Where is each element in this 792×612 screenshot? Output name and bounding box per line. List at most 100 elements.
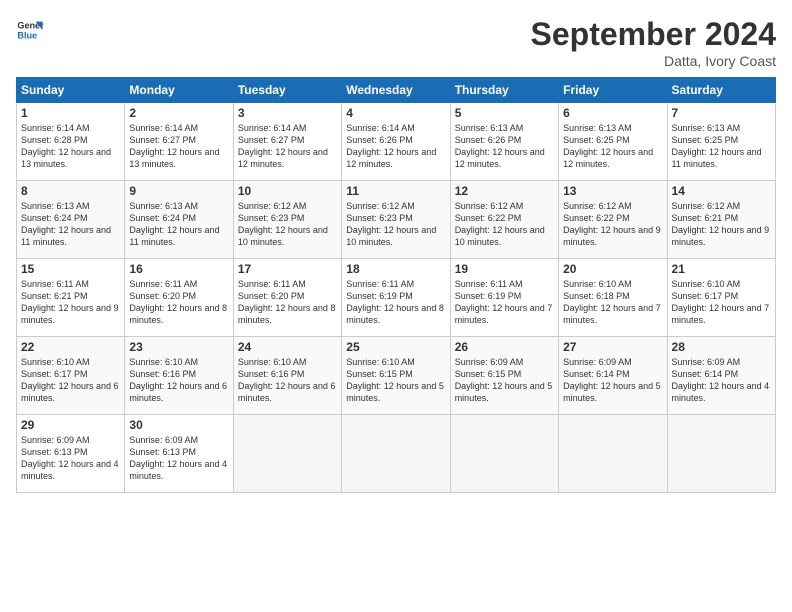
header: General Blue September 2024 Datta, Ivory… (16, 16, 776, 69)
calendar-cell: 2 Sunrise: 6:14 AMSunset: 6:27 PMDaylight… (125, 103, 233, 181)
title-area: September 2024 Datta, Ivory Coast (531, 16, 776, 69)
calendar-cell: 16 Sunrise: 6:11 AMSunset: 6:20 PMDayligh… (125, 259, 233, 337)
day-info: Sunrise: 6:13 AMSunset: 6:25 PMDaylight:… (563, 122, 662, 171)
calendar-cell: 30 Sunrise: 6:09 AMSunset: 6:13 PMDayligh… (125, 415, 233, 493)
calendar-cell: 14 Sunrise: 6:12 AMSunset: 6:21 PMDayligh… (667, 181, 775, 259)
calendar-week-2: 8Sunrise: 6:13 AMSunset: 6:24 PMDaylight… (17, 181, 776, 259)
day-number: 1 (21, 106, 120, 120)
calendar-cell: 3 Sunrise: 6:14 AMSunset: 6:27 PMDaylight… (233, 103, 341, 181)
calendar-cell: 15 Sunrise: 6:11 AMSunset: 6:21 PMDayligh… (17, 259, 125, 337)
day-info: Sunrise: 6:09 AMSunset: 6:14 PMDaylight:… (672, 356, 771, 405)
day-info: Sunrise: 6:09 AMSunset: 6:13 PMDaylight:… (129, 434, 228, 483)
day-number: 25 (346, 340, 445, 354)
calendar-cell: 19Sunrise: 6:11 AMSunset: 6:19 PMDayligh… (450, 259, 558, 337)
calendar-cell (450, 415, 558, 493)
day-info: Sunrise: 6:11 AMSunset: 6:19 PMDaylight:… (346, 278, 445, 327)
day-number: 26 (455, 340, 554, 354)
calendar-cell (667, 415, 775, 493)
day-number: 16 (129, 262, 228, 276)
col-header-wednesday: Wednesday (342, 78, 450, 103)
logo: General Blue (16, 16, 44, 44)
calendar-cell: 24 Sunrise: 6:10 AMSunset: 6:16 PMDayligh… (233, 337, 341, 415)
calendar-cell (233, 415, 341, 493)
col-header-saturday: Saturday (667, 78, 775, 103)
day-number: 22 (21, 340, 120, 354)
day-number: 24 (238, 340, 337, 354)
day-info: Sunrise: 6:10 AMSunset: 6:16 PMDaylight:… (238, 356, 337, 405)
calendar-cell: 22Sunrise: 6:10 AMSunset: 6:17 PMDayligh… (17, 337, 125, 415)
calendar-week-3: 15 Sunrise: 6:11 AMSunset: 6:21 PMDayligh… (17, 259, 776, 337)
calendar-cell: 1 Sunrise: 6:14 AMSunset: 6:28 PMDaylight… (17, 103, 125, 181)
calendar-cell: 11Sunrise: 6:12 AMSunset: 6:23 PMDayligh… (342, 181, 450, 259)
day-info: Sunrise: 6:14 AMSunset: 6:26 PMDaylight:… (346, 122, 445, 171)
calendar-cell: 6 Sunrise: 6:13 AMSunset: 6:25 PMDaylight… (559, 103, 667, 181)
day-number: 30 (129, 418, 228, 432)
calendar-cell (342, 415, 450, 493)
day-info: Sunrise: 6:11 AMSunset: 6:21 PMDaylight:… (21, 278, 120, 327)
calendar-cell: 5Sunrise: 6:13 AMSunset: 6:26 PMDaylight… (450, 103, 558, 181)
month-title: September 2024 (531, 16, 776, 53)
day-info: Sunrise: 6:11 AMSunset: 6:20 PMDaylight:… (129, 278, 228, 327)
day-number: 15 (21, 262, 120, 276)
day-info: Sunrise: 6:12 AMSunset: 6:23 PMDaylight:… (238, 200, 337, 249)
calendar-week-5: 29 Sunrise: 6:09 AMSunset: 6:13 PMDayligh… (17, 415, 776, 493)
calendar-cell: 4 Sunrise: 6:14 AMSunset: 6:26 PMDaylight… (342, 103, 450, 181)
calendar-cell: 17Sunrise: 6:11 AMSunset: 6:20 PMDayligh… (233, 259, 341, 337)
day-number: 2 (129, 106, 228, 120)
day-info: Sunrise: 6:09 AMSunset: 6:14 PMDaylight:… (563, 356, 662, 405)
day-number: 4 (346, 106, 445, 120)
day-info: Sunrise: 6:10 AMSunset: 6:16 PMDaylight:… (129, 356, 228, 405)
calendar-week-4: 22Sunrise: 6:10 AMSunset: 6:17 PMDayligh… (17, 337, 776, 415)
day-info: Sunrise: 6:14 AMSunset: 6:27 PMDaylight:… (129, 122, 228, 171)
day-number: 5 (455, 106, 554, 120)
day-number: 28 (672, 340, 771, 354)
day-info: Sunrise: 6:10 AMSunset: 6:18 PMDaylight:… (563, 278, 662, 327)
day-number: 9 (129, 184, 228, 198)
day-number: 10 (238, 184, 337, 198)
calendar-cell: 26Sunrise: 6:09 AMSunset: 6:15 PMDayligh… (450, 337, 558, 415)
day-info: Sunrise: 6:12 AMSunset: 6:21 PMDaylight:… (672, 200, 771, 249)
calendar-cell: 10 Sunrise: 6:12 AMSunset: 6:23 PMDayligh… (233, 181, 341, 259)
svg-text:Blue: Blue (17, 30, 37, 40)
day-info: Sunrise: 6:10 AMSunset: 6:17 PMDaylight:… (672, 278, 771, 327)
col-header-sunday: Sunday (17, 78, 125, 103)
day-info: Sunrise: 6:14 AMSunset: 6:28 PMDaylight:… (21, 122, 120, 171)
col-header-thursday: Thursday (450, 78, 558, 103)
calendar-cell: 29 Sunrise: 6:09 AMSunset: 6:13 PMDayligh… (17, 415, 125, 493)
calendar-cell: 20 Sunrise: 6:10 AMSunset: 6:18 PMDayligh… (559, 259, 667, 337)
col-header-monday: Monday (125, 78, 233, 103)
calendar-week-1: 1 Sunrise: 6:14 AMSunset: 6:28 PMDaylight… (17, 103, 776, 181)
day-info: Sunrise: 6:14 AMSunset: 6:27 PMDaylight:… (238, 122, 337, 171)
day-info: Sunrise: 6:11 AMSunset: 6:19 PMDaylight:… (455, 278, 554, 327)
day-number: 20 (563, 262, 662, 276)
day-info: Sunrise: 6:13 AMSunset: 6:25 PMDaylight:… (672, 122, 771, 171)
calendar-cell: 25 Sunrise: 6:10 AMSunset: 6:15 PMDayligh… (342, 337, 450, 415)
calendar-table: SundayMondayTuesdayWednesdayThursdayFrid… (16, 77, 776, 493)
day-number: 3 (238, 106, 337, 120)
day-number: 12 (455, 184, 554, 198)
calendar-cell: 21 Sunrise: 6:10 AMSunset: 6:17 PMDayligh… (667, 259, 775, 337)
day-number: 14 (672, 184, 771, 198)
day-info: Sunrise: 6:12 AMSunset: 6:22 PMDaylight:… (563, 200, 662, 249)
calendar-cell: 8Sunrise: 6:13 AMSunset: 6:24 PMDaylight… (17, 181, 125, 259)
day-number: 18 (346, 262, 445, 276)
day-number: 23 (129, 340, 228, 354)
calendar-cell: 13Sunrise: 6:12 AMSunset: 6:22 PMDayligh… (559, 181, 667, 259)
calendar-cell: 18 Sunrise: 6:11 AMSunset: 6:19 PMDayligh… (342, 259, 450, 337)
day-number: 29 (21, 418, 120, 432)
day-number: 6 (563, 106, 662, 120)
day-number: 11 (346, 184, 445, 198)
day-number: 21 (672, 262, 771, 276)
day-info: Sunrise: 6:12 AMSunset: 6:22 PMDaylight:… (455, 200, 554, 249)
logo-icon: General Blue (16, 16, 44, 44)
day-info: Sunrise: 6:09 AMSunset: 6:13 PMDaylight:… (21, 434, 120, 483)
calendar-cell: 27Sunrise: 6:09 AMSunset: 6:14 PMDayligh… (559, 337, 667, 415)
day-info: Sunrise: 6:10 AMSunset: 6:15 PMDaylight:… (346, 356, 445, 405)
calendar-cell: 28 Sunrise: 6:09 AMSunset: 6:14 PMDayligh… (667, 337, 775, 415)
day-number: 17 (238, 262, 337, 276)
calendar-cell: 23 Sunrise: 6:10 AMSunset: 6:16 PMDayligh… (125, 337, 233, 415)
col-header-tuesday: Tuesday (233, 78, 341, 103)
day-info: Sunrise: 6:13 AMSunset: 6:24 PMDaylight:… (21, 200, 120, 249)
col-header-friday: Friday (559, 78, 667, 103)
calendar-cell: 12 Sunrise: 6:12 AMSunset: 6:22 PMDayligh… (450, 181, 558, 259)
